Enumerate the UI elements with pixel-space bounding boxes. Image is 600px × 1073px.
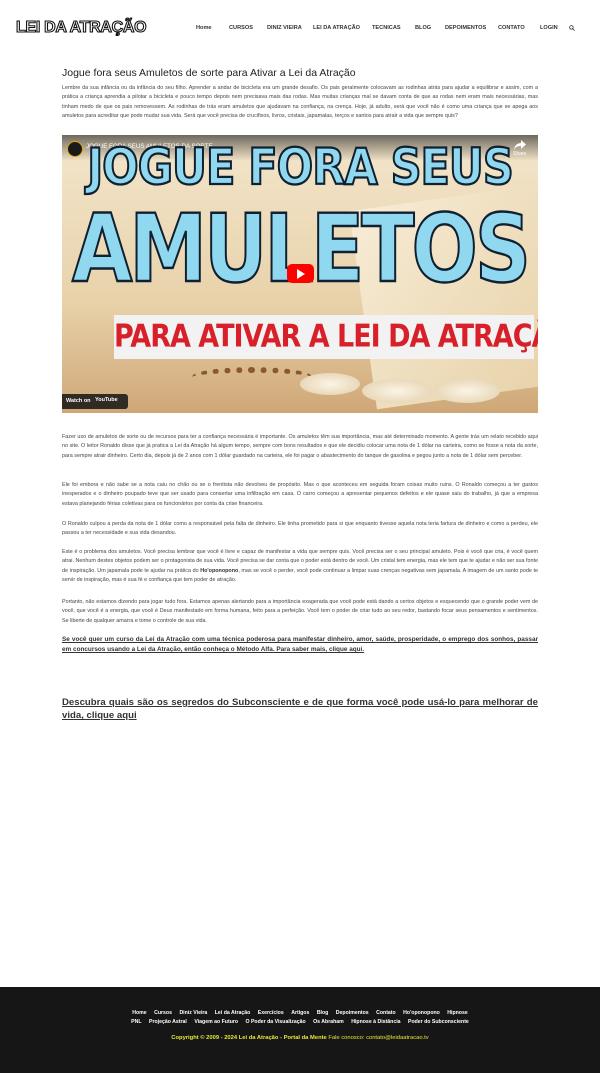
article-paragraph-6: Portanto, não estamos dizendo para jogar… — [62, 599, 538, 624]
article-title: Jogue fora seus Amuletos de sorte para A… — [62, 67, 356, 79]
nav-lei-da-atracao[interactable]: LEI DA ATRAÇÃO — [313, 25, 360, 31]
article-paragraph-2: Fazer uso de amuletos de sorte ou de rec… — [62, 434, 538, 459]
article-paragraph-5: Este é o problema dos amuletos. Você pre… — [62, 548, 538, 586]
copyright-line: Copyright © 2009 - 2024 Lei da Atração -… — [0, 1035, 600, 1041]
footer-link-hooponopono[interactable]: Ho'oponopono — [403, 1010, 440, 1016]
contact-email[interactable]: Fale conosco: contato@leidaatracao.tv — [327, 1035, 428, 1041]
footer-link-hipnose[interactable]: Hipnose — [447, 1010, 467, 1016]
site-logo[interactable]: LEI DA ATRAÇÃO — [15, 18, 147, 37]
footer-link-home[interactable]: Home — [132, 1010, 146, 1016]
article-paragraph-1: Lembre da sua infância ou da infância do… — [62, 85, 538, 120]
footer-links-row-2: PNL Projeção Astral Viagem ao Futuro O P… — [0, 1019, 600, 1025]
footer-link-hipnose-a-distancia[interactable]: Hipnose à Distância — [351, 1019, 400, 1025]
footer-link-poder-da-visualizacao[interactable]: O Poder da Visualização — [246, 1019, 306, 1025]
nav-cursos[interactable]: CURSOS — [229, 25, 253, 31]
hooponopono-link[interactable]: Ho'oponopono — [200, 568, 238, 574]
footer-links-row-1: Home Cursos Diniz Vieira Lei da Atração … — [0, 1010, 600, 1016]
nav-home[interactable]: Home — [196, 25, 212, 31]
footer-link-artigos[interactable]: Artigos — [291, 1010, 309, 1016]
nav-blog[interactable]: BLOG — [415, 25, 431, 31]
subconsciente-link[interactable]: Descubra quais são os segredos do Subcon… — [62, 696, 538, 722]
site-header: LEI DA ATRAÇÃO Home CURSOS DINIZ VIEIRA … — [0, 0, 600, 58]
article-paragraph-3: Ele foi embora e não sabe se a nota caiu… — [62, 482, 538, 507]
metodo-alfa-link[interactable]: Se você quer um curso da Lei da Atração … — [62, 635, 538, 655]
copyright-text: Copyright © 2009 - 2024 Lei da Atração -… — [171, 1035, 327, 1041]
nav-depoimentos[interactable]: DEPOIMENTOS — [445, 25, 486, 31]
footer-link-poder-do-subconsciente[interactable]: Poder do Subconsciente — [408, 1019, 469, 1025]
footer-link-contato[interactable]: Contato — [376, 1010, 396, 1016]
footer-link-cursos[interactable]: Cursos — [154, 1010, 172, 1016]
thumbnail-text-line-1: JOGUE FORA SEUS — [86, 138, 515, 198]
footer-link-depoimentos[interactable]: Depoimentos — [336, 1010, 369, 1016]
youtube-logo: YouTube — [95, 397, 118, 403]
footer-link-exercicios[interactable]: Exercícios — [258, 1010, 284, 1016]
footer-link-os-abraham[interactable]: Os Abraham — [313, 1019, 344, 1025]
footer-link-viagem-ao-futuro[interactable]: Viagem ao Futuro — [194, 1019, 238, 1025]
candle-image — [434, 379, 500, 403]
footer-link-lei-da-atracao[interactable]: Lei da Atração — [215, 1010, 251, 1016]
nav-login[interactable]: LOGIN — [540, 25, 558, 31]
candle-image — [362, 379, 432, 403]
footer-link-pnl[interactable]: PNL — [131, 1019, 141, 1025]
rosary-beads-image — [192, 367, 312, 387]
footer-link-diniz-vieira[interactable]: Diniz Vieira — [179, 1010, 207, 1016]
footer-link-blog[interactable]: Blog — [317, 1010, 329, 1016]
play-button[interactable] — [287, 264, 314, 283]
thumbnail-text-line-3: PARA ATIVAR A LEI DA ATRAÇÃO — [114, 318, 538, 355]
search-icon[interactable] — [569, 25, 575, 31]
nav-tecnicas[interactable]: TECNICAS — [372, 25, 401, 31]
footer-link-projecao-astral[interactable]: Projeção Astral — [149, 1019, 187, 1025]
site-footer: Home Cursos Diniz Vieira Lei da Atração … — [0, 987, 600, 1073]
video-embed[interactable]: JOGUE FORA SEUS AMULETOS DA SORTE Share … — [62, 135, 538, 413]
thumbnail-text-line-2: AMULETOS — [71, 195, 532, 305]
nav-contato[interactable]: CONTATO — [498, 25, 525, 31]
watch-on-label: Watch on — [66, 398, 91, 404]
nav-diniz-vieira[interactable]: DINIZ VIEIRA — [267, 25, 302, 31]
watch-on-youtube-button[interactable]: Watch on YouTube — [62, 394, 128, 409]
candle-image — [300, 373, 360, 395]
article-paragraph-4: O Ronaldo culpou a perda da nota de 1 dó… — [62, 521, 538, 537]
